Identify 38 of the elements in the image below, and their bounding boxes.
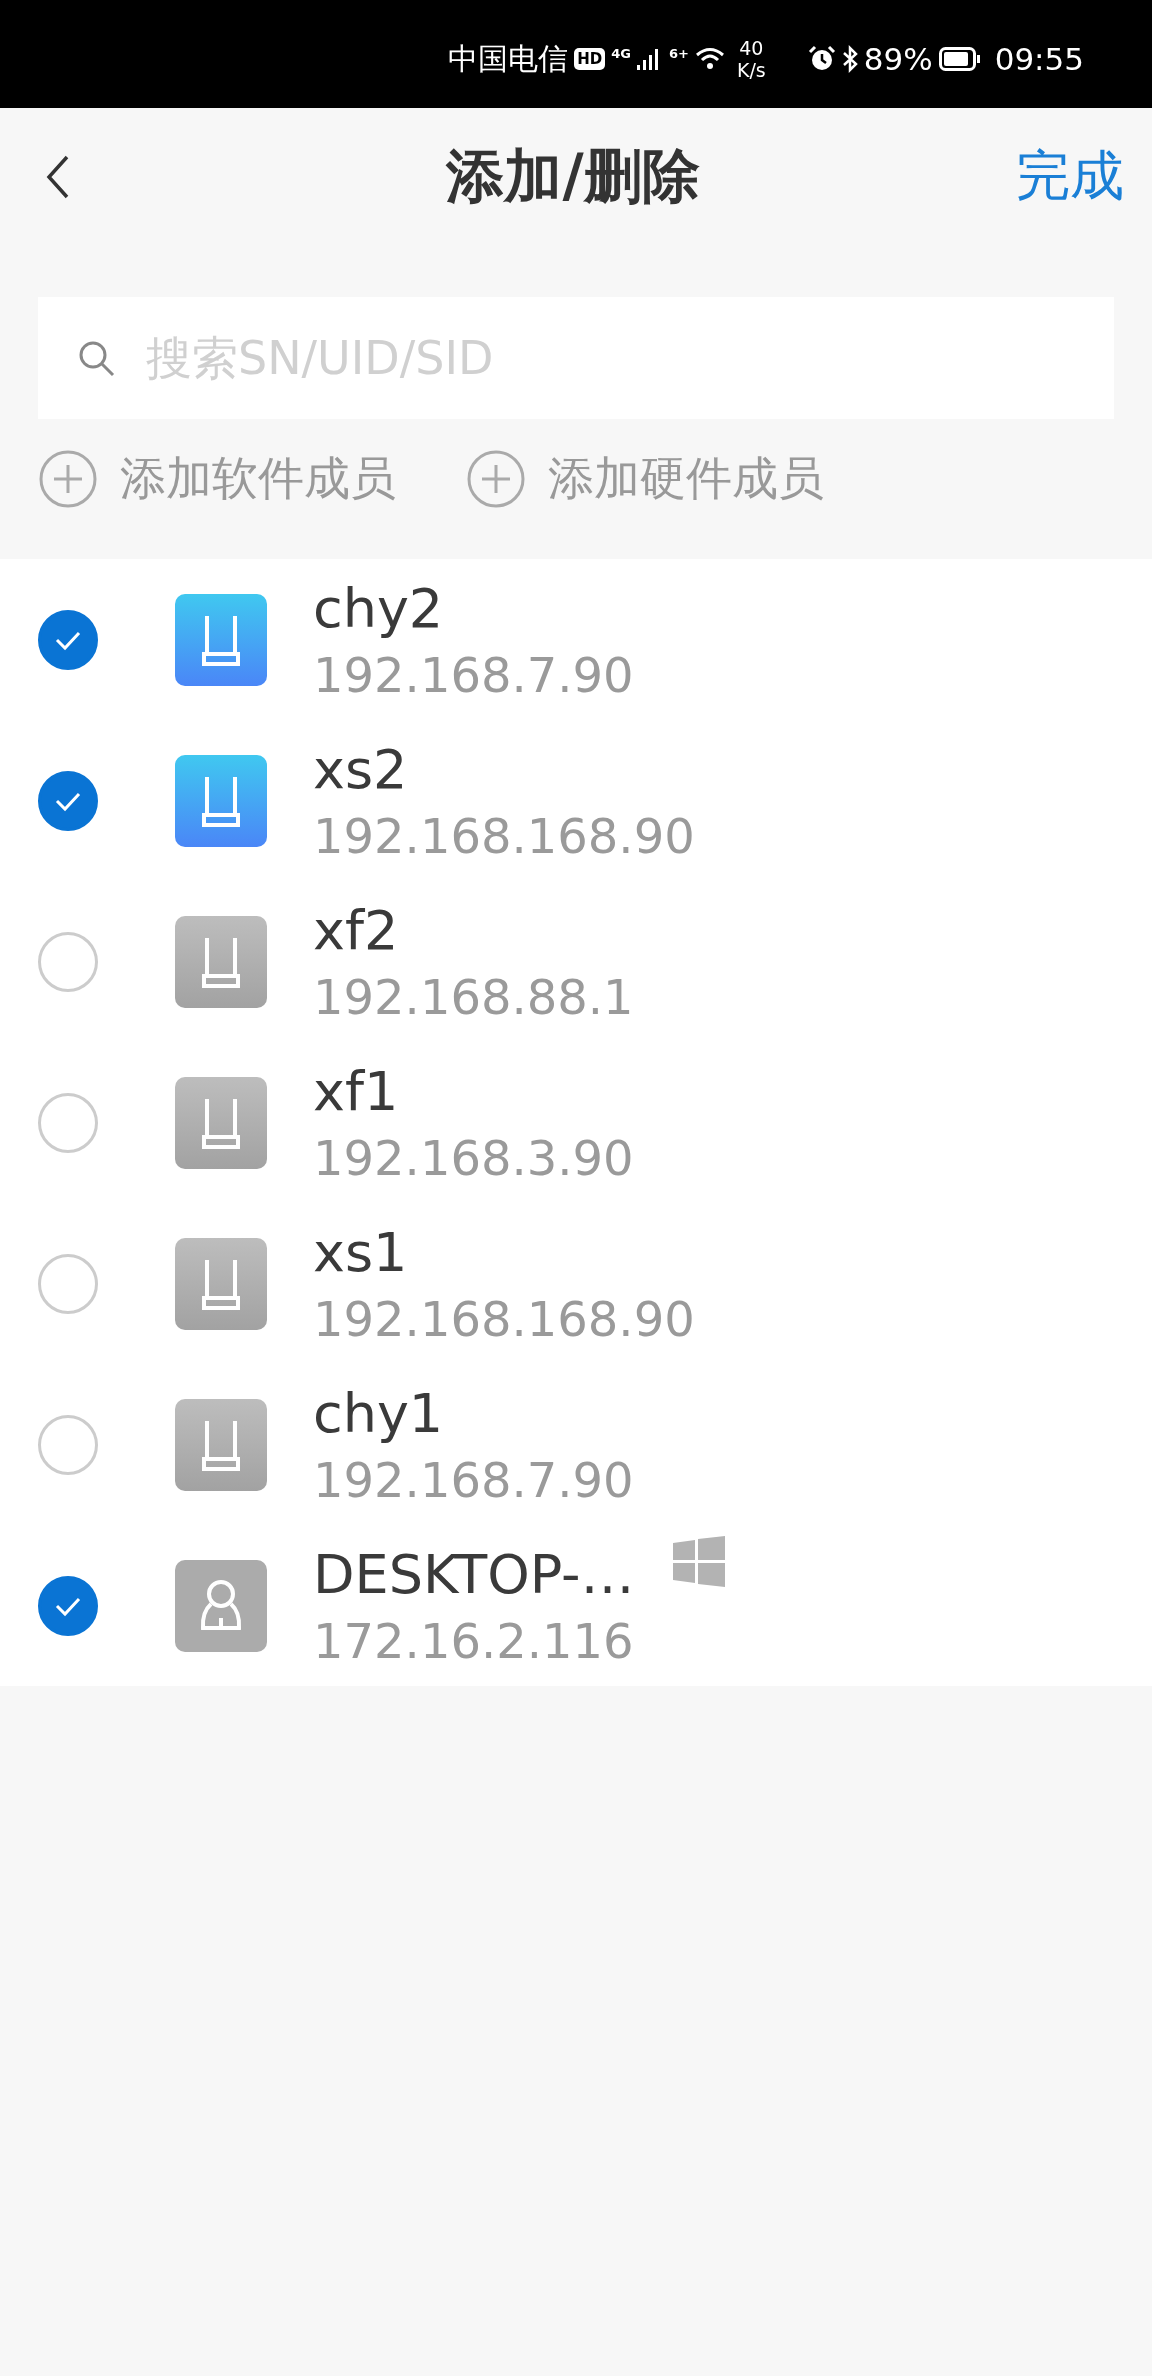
windows-icon [672, 1535, 725, 1588]
checkbox[interactable] [38, 1414, 98, 1475]
add-member-button[interactable]: 添加软件成员 [38, 449, 396, 509]
checkbox[interactable] [38, 931, 98, 992]
back-icon[interactable] [46, 154, 70, 199]
ip-address: 172.16.2.116 [313, 1611, 635, 1671]
checkbox[interactable] [38, 1092, 98, 1153]
network-type: 4G [611, 46, 632, 61]
wifi-icon [695, 47, 725, 71]
add-member-button[interactable]: 添加硬件成员 [466, 449, 824, 509]
ip-address: 192.168.3.90 [313, 1128, 634, 1188]
wifi-type: 6+ [669, 46, 689, 61]
bluetooth-icon [841, 45, 858, 73]
page-title: 添加/删除 [446, 140, 700, 212]
speed-unit: K/s [737, 59, 766, 81]
ip-address: 192.168.7.90 [313, 645, 634, 705]
device-name: DESKTOP-… [313, 1541, 635, 1608]
device-name: xs1 [313, 1219, 408, 1286]
carrier-name: 中国电信 [448, 39, 569, 78]
clock-time: 09:55 [994, 41, 1084, 77]
battery-percent: 89% [863, 41, 933, 77]
plus-icon [466, 449, 526, 509]
battery-icon [938, 47, 981, 71]
device-name: xf2 [313, 897, 399, 964]
checkbox[interactable] [38, 1253, 98, 1314]
ip-address: 192.168.7.90 [313, 1450, 634, 1510]
ip-address: 192.168.168.90 [313, 806, 695, 866]
done-button[interactable]: 完成 [1016, 140, 1124, 213]
alarm-icon [807, 45, 836, 73]
device-name: xs2 [313, 736, 408, 803]
device-name: xf1 [313, 1058, 399, 1125]
network-speed: 40 [739, 37, 764, 59]
device-name: chy2 [313, 575, 444, 642]
plus-icon [38, 449, 98, 509]
hd-badge: HD [574, 48, 606, 70]
ip-address: 192.168.88.1 [313, 967, 634, 1027]
device-name: chy1 [313, 1380, 444, 1447]
ip-address: 192.168.168.90 [313, 1289, 695, 1349]
